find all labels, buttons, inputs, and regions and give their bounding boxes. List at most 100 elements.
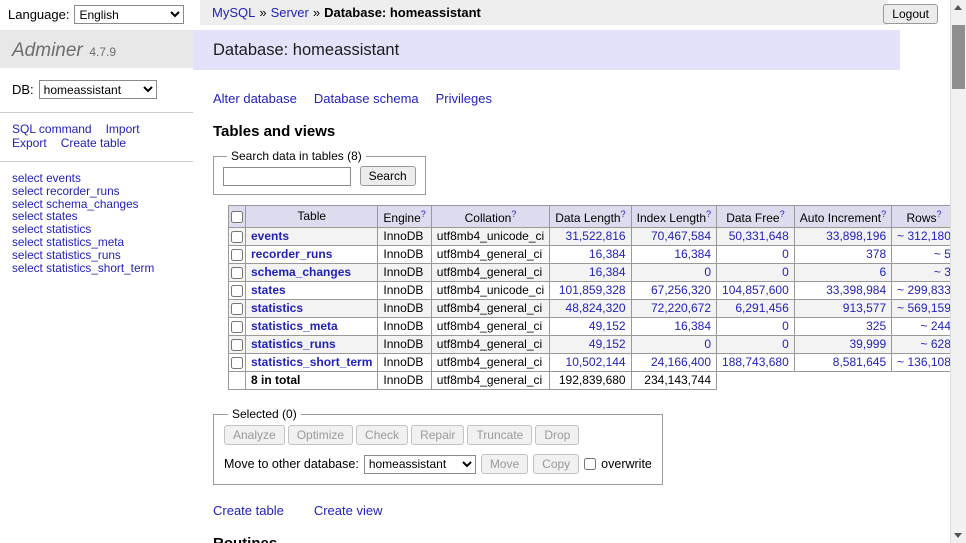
data-length-link[interactable]: 16,384 [589,265,626,279]
copy-button[interactable]: Copy [533,454,579,474]
auto-increment-link[interactable]: 6 [879,265,886,279]
repair-button[interactable]: Repair [411,425,464,445]
data-free-link[interactable]: 0 [782,319,789,333]
create-link[interactable]: Create view [314,503,383,518]
table-row: statesInnoDButf8mb4_unicode_ci101,859,32… [229,282,966,300]
rows-link[interactable]: ~ 3 [934,265,951,279]
index-length-link[interactable]: 70,467,584 [651,229,711,243]
breadcrumb-link-mysql[interactable]: MySQL [212,5,255,20]
table-name-link[interactable]: statistics_short_term [251,355,372,369]
auto-increment-link[interactable]: 913,577 [843,301,886,315]
sidebar-table-link[interactable]: select statistics_short_term [12,261,154,275]
row-checkbox[interactable] [231,339,243,351]
breadcrumb-link-server[interactable]: Server [271,5,309,20]
rows-link[interactable]: ~ 5 [934,247,951,261]
auto-increment-link[interactable]: 378 [866,247,886,261]
auto-increment-link[interactable]: 33,898,196 [826,229,886,243]
overwrite-checkbox[interactable] [584,458,596,470]
table-name-link[interactable]: statistics_meta [251,319,338,333]
index-length-link[interactable]: 16,384 [674,247,711,261]
auto-increment-link[interactable]: 39,999 [849,337,886,351]
help-icon[interactable]: ? [511,209,516,219]
help-icon[interactable]: ? [780,209,785,219]
create-link[interactable]: Create table [213,503,284,518]
header-row: TableEngine?Collation?Data Length?Index … [229,206,966,228]
index-length-link[interactable]: 72,220,672 [651,301,711,315]
row-checkbox[interactable] [231,267,243,279]
check-button[interactable]: Check [356,425,408,445]
db-action-link[interactable]: Alter database [213,91,297,106]
table-name-link[interactable]: events [251,229,289,243]
db-form: DB: homeassistant [0,68,193,113]
scroll-up-icon[interactable] [951,0,966,16]
data-length-link[interactable]: 10,502,144 [566,355,626,369]
auto-increment-link[interactable]: 8,581,645 [833,355,886,369]
move-db-select[interactable]: homeassistant [364,455,476,474]
index-length-link[interactable]: 16,384 [674,319,711,333]
help-icon[interactable]: ? [881,209,886,219]
move-button[interactable]: Move [481,454,528,474]
index-length-link[interactable]: 0 [704,265,711,279]
table-name-link[interactable]: recorder_runs [251,247,332,261]
select-all-checkbox[interactable] [231,211,243,223]
row-checkbox[interactable] [231,231,243,243]
index-length-link[interactable]: 0 [704,337,711,351]
sidebar-link[interactable]: SQL command [12,122,92,136]
auto-increment-link[interactable]: 325 [866,319,886,333]
data-free-link[interactable]: 104,857,600 [722,283,789,297]
help-icon[interactable]: ? [937,209,942,219]
data-length-link[interactable]: 31,522,816 [566,229,626,243]
rows-link[interactable]: ~ 244 [921,319,951,333]
data-free-link[interactable]: 0 [782,247,789,261]
help-icon[interactable]: ? [421,209,426,219]
sidebar-link[interactable]: Import [106,122,140,136]
data-length-link[interactable]: 49,152 [589,319,626,333]
scroll-down-icon[interactable] [951,527,966,543]
rows-link[interactable]: ~ 312,180 [897,229,951,243]
data-length-link[interactable]: 49,152 [589,337,626,351]
data-free-link[interactable]: 188,743,680 [722,355,789,369]
index-length-link[interactable]: 67,256,320 [651,283,711,297]
sidebar-link[interactable]: Create table [61,136,126,150]
data-length-link[interactable]: 101,859,328 [559,283,626,297]
data-free-link[interactable]: 0 [782,337,789,351]
row-checkbox[interactable] [231,285,243,297]
data-free-link[interactable]: 0 [782,265,789,279]
rows-link[interactable]: ~ 299,833 [897,283,951,297]
analyze-button[interactable]: Analyze [224,425,285,445]
index-length-link[interactable]: 24,166,400 [651,355,711,369]
truncate-button[interactable]: Truncate [467,425,532,445]
language-select[interactable]: English [74,5,184,24]
data-free-link[interactable]: 6,291,456 [735,301,788,315]
db-action-link[interactable]: Database schema [314,91,419,106]
rows-link[interactable]: ~ 569,159 [897,301,951,315]
logout-button[interactable]: Logout [883,4,938,24]
row-checkbox[interactable] [231,357,243,369]
data-free-link[interactable]: 50,331,648 [729,229,789,243]
row-checkbox[interactable] [231,303,243,315]
drop-button[interactable]: Drop [535,425,579,445]
db-action-link[interactable]: Privileges [436,91,492,106]
search-input[interactable] [223,167,351,186]
table-name-link[interactable]: statistics_runs [251,337,336,351]
search-button[interactable]: Search [360,166,416,186]
rows-link[interactable]: ~ 136,108 [897,355,951,369]
db-select[interactable]: homeassistant [39,80,157,99]
vertical-scrollbar[interactable] [950,0,966,543]
data-length-link[interactable]: 16,384 [589,247,626,261]
row-checkbox[interactable] [231,249,243,261]
engine-cell: InnoDB [378,264,431,282]
table-row: eventsInnoDButf8mb4_unicode_ci31,522,816… [229,228,966,246]
row-checkbox[interactable] [231,321,243,333]
help-icon[interactable]: ? [706,209,711,219]
table-name-link[interactable]: schema_changes [251,265,351,279]
sidebar-link[interactable]: Export [12,136,47,150]
data-length-link[interactable]: 48,824,320 [566,301,626,315]
optimize-button[interactable]: Optimize [288,425,353,445]
scroll-thumb[interactable] [952,25,965,89]
help-icon[interactable]: ? [621,209,626,219]
table-name-link[interactable]: states [251,283,286,297]
rows-link[interactable]: ~ 628 [921,337,951,351]
table-name-link[interactable]: statistics [251,301,303,315]
auto-increment-link[interactable]: 33,398,984 [826,283,886,297]
